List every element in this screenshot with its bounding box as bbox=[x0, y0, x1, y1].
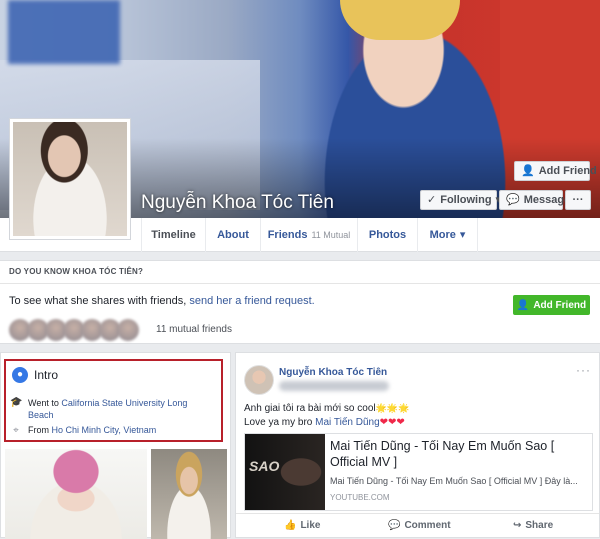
graduation-cap-icon: 🎓 bbox=[10, 397, 23, 408]
mutual-friends-avatars[interactable] bbox=[9, 319, 139, 341]
hometown-row: ⌖ From Ho Chi Minh City, Vietnam bbox=[10, 425, 156, 436]
messenger-icon: 💬 bbox=[506, 193, 520, 206]
profile-picture[interactable] bbox=[13, 122, 127, 236]
following-button[interactable]: ✓ Following ▾ bbox=[420, 190, 501, 210]
tab-more[interactable]: More ▾ bbox=[418, 218, 478, 252]
message-button[interactable]: 💬 Message bbox=[499, 190, 570, 210]
timeline-post: Nguyễn Khoa Tóc Tiên ··· Anh giai tôi ra… bbox=[235, 352, 600, 538]
tab-photos[interactable]: Photos bbox=[358, 218, 418, 252]
tab-timeline-label: Timeline bbox=[151, 229, 196, 241]
add-friend-button[interactable]: 👤 Add Friend bbox=[513, 295, 590, 315]
hometown-prefix: From bbox=[28, 425, 52, 435]
intro-title: Intro bbox=[34, 368, 59, 382]
more-options-button[interactable]: ··· bbox=[565, 190, 591, 210]
friend-request-prompt: To see what she shares with friends, sen… bbox=[9, 295, 315, 307]
prompt-text: To see what she shares with friends, bbox=[9, 295, 190, 307]
profile-name[interactable]: Nguyễn Khoa Tóc Tiên bbox=[141, 192, 334, 214]
message-label: Message bbox=[523, 194, 571, 206]
intro-highlight-box: ● Intro 🎓 Went to California State Unive… bbox=[4, 359, 223, 442]
heart-emoji: ❤❤❤ bbox=[379, 417, 405, 428]
post-options-button[interactable]: ··· bbox=[576, 363, 591, 377]
shared-link-preview[interactable]: SAO Mai Tiến Dũng - Tối Nay Em Muốn Sao … bbox=[244, 433, 593, 511]
like-label: Like bbox=[300, 520, 321, 531]
like-icon: 👍 bbox=[284, 520, 297, 531]
add-friend-icon: 👤 bbox=[516, 299, 530, 311]
intro-photo-1[interactable] bbox=[5, 449, 147, 539]
comment-icon: 💬 bbox=[388, 520, 401, 531]
tab-friends[interactable]: Friends 11 Mutual bbox=[261, 218, 358, 252]
profile-picture-frame[interactable] bbox=[9, 118, 131, 240]
mutual-friends-count[interactable]: 11 mutual friends bbox=[156, 324, 232, 335]
do-you-know-title: DO YOU KNOW KHOA TÓC TIÊN? bbox=[9, 267, 144, 276]
link-domain: YOUTUBE.COM bbox=[330, 493, 390, 502]
link-title[interactable]: Mai Tiến Dũng - Tối Nay Em Muốn Sao [ Of… bbox=[330, 438, 590, 470]
comment-label: Comment bbox=[404, 520, 451, 531]
following-label: Following bbox=[440, 194, 492, 206]
send-friend-request-link[interactable]: send her a friend request. bbox=[189, 295, 314, 307]
thumbnail-text: SAO bbox=[249, 458, 280, 474]
intro-card: ● Intro 🎓 Went to California State Unive… bbox=[0, 352, 231, 539]
check-icon: ✓ bbox=[427, 193, 437, 206]
post-timestamp-blurred bbox=[279, 381, 389, 391]
post-line-2-text: Love ya my bro bbox=[244, 417, 316, 428]
post-line-2: Love ya my bro Mai Tiến Dũng❤❤❤ bbox=[244, 416, 409, 430]
add-friend-button-cover[interactable]: 👤 Add Friend bbox=[514, 161, 597, 181]
tab-about[interactable]: About bbox=[206, 218, 261, 252]
post-line-1-text: Anh giai tôi ra bài mới so cool bbox=[244, 403, 376, 414]
tab-timeline[interactable]: Timeline bbox=[141, 218, 206, 252]
hometown-link[interactable]: Ho Chi Minh City, Vietnam bbox=[52, 425, 157, 435]
location-pin-icon: ⌖ bbox=[13, 425, 19, 436]
link-description: Mai Tiến Dũng - Tối Nay Em Muốn Sao [ Of… bbox=[330, 476, 578, 486]
share-icon: ↪ bbox=[513, 520, 522, 531]
tab-friends-mutual-count: 11 Mutual bbox=[311, 230, 351, 240]
avatar[interactable] bbox=[244, 365, 274, 395]
add-friend-label: Add Friend bbox=[538, 165, 597, 177]
tab-photos-label: Photos bbox=[368, 229, 407, 241]
do-you-know-card: DO YOU KNOW KHOA TÓC TIÊN? To see what s… bbox=[0, 260, 600, 344]
tab-about-label: About bbox=[217, 229, 249, 241]
avatar[interactable] bbox=[117, 319, 139, 341]
post-action-bar: 👍 Like 💬 Comment ↪ Share bbox=[236, 513, 599, 539]
add-friend-button-label: Add Friend bbox=[533, 299, 587, 311]
post-text: Anh giai tôi ra bài mới so cool🌟🌟🌟 Love … bbox=[244, 401, 409, 430]
like-button[interactable]: 👍 Like bbox=[284, 520, 320, 531]
star-emoji: 🌟🌟🌟 bbox=[375, 403, 410, 413]
tab-more-label: More bbox=[429, 229, 456, 241]
globe-icon: ● bbox=[12, 367, 28, 383]
video-thumbnail[interactable]: SAO bbox=[245, 434, 325, 510]
intro-photo-2[interactable] bbox=[151, 449, 227, 539]
hometown-text: From Ho Chi Minh City, Vietnam bbox=[28, 425, 156, 436]
add-friend-icon: 👤 bbox=[521, 164, 535, 177]
cover-blurred-area bbox=[8, 0, 120, 64]
tab-friends-label: Friends bbox=[267, 229, 308, 241]
more-options-label: ··· bbox=[572, 194, 584, 206]
share-label: Share bbox=[525, 520, 554, 531]
education-text: Went to California State University Long… bbox=[28, 397, 200, 421]
tagged-user-link[interactable]: Mai Tiến Dũng bbox=[315, 417, 379, 428]
education-row: 🎓 Went to California State University Lo… bbox=[10, 397, 200, 421]
chevron-down-icon: ▾ bbox=[459, 228, 466, 241]
share-button[interactable]: ↪ Share bbox=[513, 520, 553, 531]
divider bbox=[0, 283, 600, 284]
post-author[interactable]: Nguyễn Khoa Tóc Tiên bbox=[279, 367, 387, 378]
education-prefix: Went to bbox=[28, 398, 62, 408]
comment-button[interactable]: 💬 Comment bbox=[388, 520, 451, 531]
post-line-1: Anh giai tôi ra bài mới so cool🌟🌟🌟 bbox=[244, 401, 409, 416]
